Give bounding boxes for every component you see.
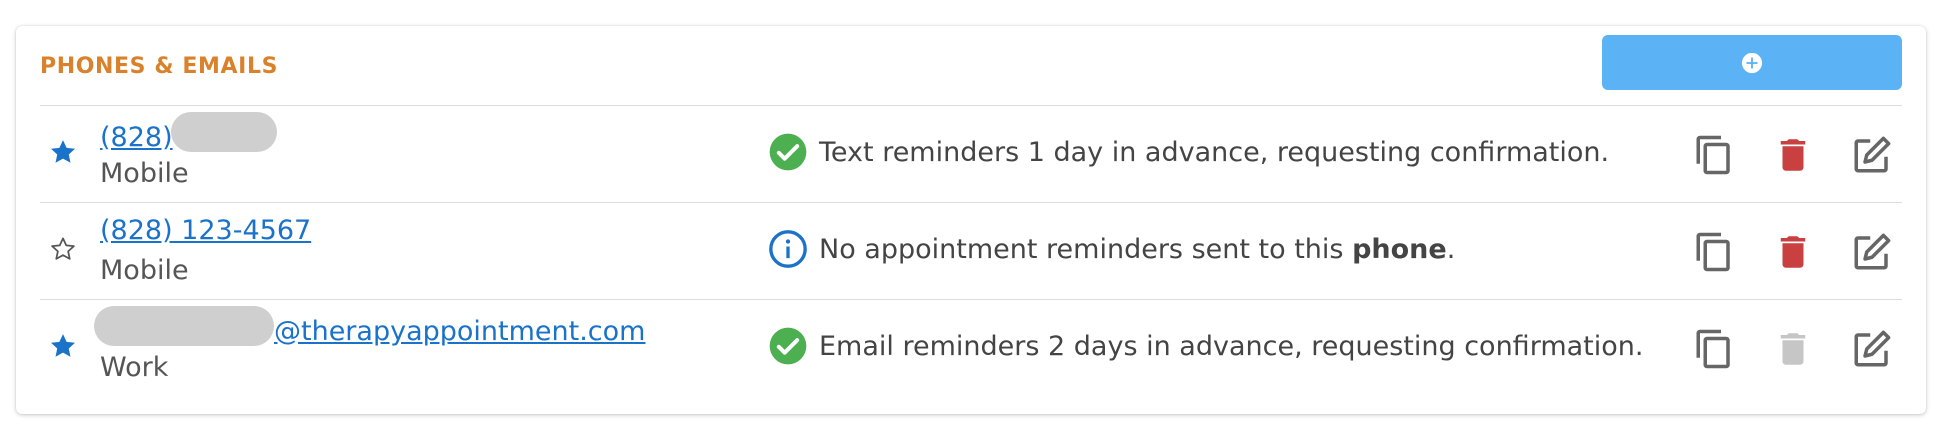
contact-value: (828) bbox=[100, 121, 173, 153]
delete-button[interactable] bbox=[1772, 133, 1814, 177]
section-title: PHONES & EMAILS bbox=[40, 54, 279, 79]
status-text-prefix: No appointment reminders sent to this bbox=[819, 233, 1353, 265]
star-filled-icon[interactable] bbox=[48, 331, 78, 361]
contact-type: Mobile bbox=[100, 255, 189, 286]
reminder-status: Email reminders 2 days in advance, reque… bbox=[768, 326, 1643, 366]
copy-icon bbox=[1696, 135, 1730, 175]
add-contact-button[interactable] bbox=[1602, 35, 1902, 90]
contact-row: (828) Mobile Text reminders 1 day in adv… bbox=[40, 106, 1902, 202]
contact-value: @therapyappointment.com bbox=[274, 315, 646, 347]
redacted-block bbox=[170, 112, 277, 152]
delete-button-disabled bbox=[1772, 327, 1814, 371]
status-text: No appointment reminders sent to this ph… bbox=[819, 234, 1455, 265]
edit-button[interactable] bbox=[1851, 230, 1893, 274]
copy-button[interactable] bbox=[1693, 230, 1735, 274]
edit-icon bbox=[1854, 330, 1891, 367]
phones-emails-card: PHONES & EMAILS (828) Mobile Text remind… bbox=[16, 26, 1926, 414]
contact-row: (828) 123-4567 Mobile No appointment rem… bbox=[40, 203, 1902, 299]
status-text: Email reminders 2 days in advance, reque… bbox=[819, 330, 1644, 362]
info-circle-icon bbox=[769, 230, 807, 268]
contact-phone-link[interactable]: (828) 123-4567 bbox=[100, 215, 311, 246]
contact-email-link[interactable]: @therapyappointment.com bbox=[94, 306, 646, 347]
check-circle-icon bbox=[769, 327, 807, 365]
copy-button[interactable] bbox=[1693, 133, 1735, 177]
copy-button[interactable] bbox=[1693, 327, 1735, 371]
redacted-block bbox=[94, 306, 274, 346]
trash-icon bbox=[1780, 139, 1806, 171]
edit-icon bbox=[1854, 233, 1891, 270]
reminder-status: Text reminders 1 day in advance, request… bbox=[768, 132, 1609, 172]
status-text-suffix: . bbox=[1446, 233, 1456, 265]
copy-icon bbox=[1696, 329, 1730, 369]
star-outline-icon[interactable] bbox=[48, 234, 78, 264]
contact-type: Mobile bbox=[100, 158, 189, 189]
edit-button[interactable] bbox=[1851, 133, 1893, 177]
contact-type: Work bbox=[100, 352, 169, 383]
trash-icon bbox=[1780, 333, 1806, 365]
plus-circle-icon bbox=[1741, 52, 1763, 73]
status-text-bold: phone bbox=[1352, 233, 1447, 265]
edit-button[interactable] bbox=[1851, 327, 1893, 371]
check-circle-icon bbox=[769, 133, 807, 171]
reminder-status: No appointment reminders sent to this ph… bbox=[768, 229, 1455, 269]
contact-row: @therapyappointment.com Work Email remin… bbox=[40, 300, 1902, 396]
delete-button[interactable] bbox=[1772, 230, 1814, 274]
trash-icon bbox=[1780, 236, 1806, 268]
edit-icon bbox=[1854, 136, 1891, 173]
status-text: Text reminders 1 day in advance, request… bbox=[819, 136, 1610, 168]
star-filled-icon[interactable] bbox=[48, 137, 78, 167]
copy-icon bbox=[1696, 232, 1730, 272]
contact-phone-link[interactable]: (828) bbox=[100, 112, 277, 153]
